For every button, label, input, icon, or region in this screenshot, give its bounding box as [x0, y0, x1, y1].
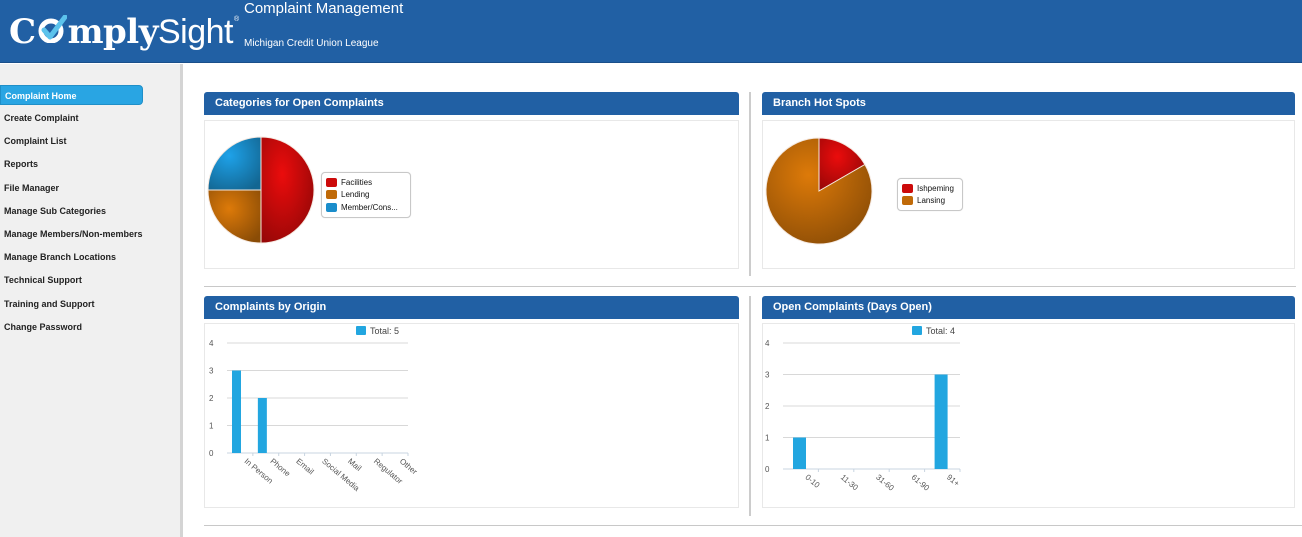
sidebar-item-create-complaint[interactable]: Create Complaint	[0, 108, 143, 128]
y-tick-label: 3	[765, 371, 770, 380]
y-tick-label: 0	[209, 449, 214, 458]
y-tick-label: 4	[765, 339, 770, 348]
legend-swatch	[902, 183, 913, 193]
app-header: C mply Sight ® Complaint Management Mich…	[0, 0, 1302, 63]
legend-item-lansing[interactable]: Lansing	[902, 195, 958, 208]
registered-mark: ®	[233, 16, 239, 23]
x-tick-label: Other	[398, 457, 419, 477]
row-divider	[204, 286, 1296, 287]
organization-name: Michigan Credit Union League	[244, 38, 379, 49]
legend-label: Total: 5	[370, 326, 399, 336]
origin-panel: Total: 5 0 1 2 3 4 In Person Phone Email Social M…	[204, 323, 739, 508]
days-bar-chart: Total: 4 0 1 2 3 4 0-10 11-30 31-60 61-90 91+	[765, 326, 961, 493]
branches-legend: Ishpeming Lansing	[897, 178, 963, 211]
y-tick-label: 1	[765, 434, 770, 443]
sidebar-item-complaint-list[interactable]: Complaint List	[0, 131, 143, 151]
legend-swatch	[902, 196, 913, 206]
y-tick-label: 2	[209, 394, 214, 403]
y-tick-label: 2	[765, 402, 770, 411]
bar-in-person[interactable]	[232, 370, 241, 454]
sidebar-item-training-and-support[interactable]: Training and Support	[0, 294, 143, 314]
pie-slice-facilities[interactable]	[260, 136, 315, 244]
branches-panel-title: Branch Hot Spots	[762, 92, 1295, 115]
logo-check-icon	[37, 12, 68, 44]
column-divider-top	[749, 92, 751, 276]
sidebar-item-complaint-home[interactable]: Complaint Home	[0, 85, 143, 105]
legend-swatch	[326, 202, 337, 212]
x-tick-label: 61-90	[910, 473, 932, 493]
bar-legend[interactable]: Total: 4	[912, 326, 955, 336]
branches-panel: Ishpeming Lansing	[762, 120, 1295, 269]
legend-item-facilities[interactable]: Facilities	[326, 176, 406, 189]
pie-slice-member-cons[interactable]	[207, 136, 262, 191]
x-tick-label: 91+	[945, 473, 961, 489]
origin-panel-title: Complaints by Origin	[204, 296, 739, 319]
sidebar-nav: Complaint Home Create Complaint Complain…	[0, 64, 183, 537]
pie-slice-lending[interactable]	[207, 189, 262, 244]
bar-legend[interactable]: Total: 5	[356, 326, 399, 336]
legend-swatch	[912, 326, 922, 335]
y-tick-label: 4	[209, 339, 214, 348]
x-tick-label: 31-60	[874, 473, 896, 493]
sidebar-item-file-manager[interactable]: File Manager	[0, 178, 143, 198]
days-panel-title: Open Complaints (Days Open)	[762, 296, 1295, 319]
bottom-divider	[204, 525, 1302, 526]
legend-swatch	[326, 177, 337, 187]
x-tick-label: 0-10	[803, 473, 821, 491]
y-tick-label: 3	[209, 367, 214, 376]
x-tick-label: Mail	[346, 457, 363, 473]
legend-label: Total: 4	[926, 326, 955, 336]
sidebar-item-reports[interactable]: Reports	[0, 154, 143, 174]
sidebar-item-change-password[interactable]: Change Password	[0, 317, 143, 337]
legend-swatch	[326, 190, 337, 200]
y-tick-label: 0	[765, 465, 770, 474]
logo-text-sight: Sight	[157, 13, 234, 51]
logo-text-c: C	[9, 12, 36, 52]
legend-swatch	[356, 326, 366, 335]
y-tick-label: 1	[209, 422, 214, 431]
origin-bar-chart: Total: 501234In PersonPhone Email Social M…	[209, 326, 419, 493]
legend-item-lending[interactable]: Lending	[326, 189, 406, 202]
sidebar-item-manage-branch-locations[interactable]: Manage Branch Locations	[0, 247, 143, 267]
complysight-logo[interactable]: C mply Sight ®	[9, 12, 239, 52]
branches-pie-chart	[765, 137, 873, 245]
sidebar-item-technical-support[interactable]: Technical Support	[0, 270, 143, 290]
legend-item-member[interactable]: Member/Cons...	[326, 201, 406, 214]
sidebar-item-manage-members[interactable]: Manage Members/Non-members	[0, 224, 143, 244]
legend-item-ishpeming[interactable]: Ishpeming	[902, 182, 958, 195]
column-divider-bottom	[749, 296, 751, 516]
x-tick-label: 11-30	[839, 473, 860, 493]
categories-panel: Facilities Lending Member/Cons...	[204, 120, 739, 269]
bar-91-[interactable]	[934, 374, 948, 470]
sidebar-item-manage-sub-categories[interactable]: Manage Sub Categories	[0, 201, 143, 221]
categories-panel-title: Categories for Open Complaints	[204, 92, 739, 115]
days-panel: Total: 4 0 1 2 3 4 0-10 11-30 31-60 61-90 91+	[762, 323, 1295, 508]
bar-0-10[interactable]	[793, 437, 806, 470]
logo-text-mply: mply	[67, 12, 159, 52]
categories-pie-chart	[207, 136, 315, 244]
x-tick-label: Email	[294, 457, 315, 477]
categories-legend: Facilities Lending Member/Cons...	[321, 172, 411, 218]
bar-phone[interactable]	[257, 398, 267, 453]
app-title: Complaint Management	[244, 0, 404, 17]
